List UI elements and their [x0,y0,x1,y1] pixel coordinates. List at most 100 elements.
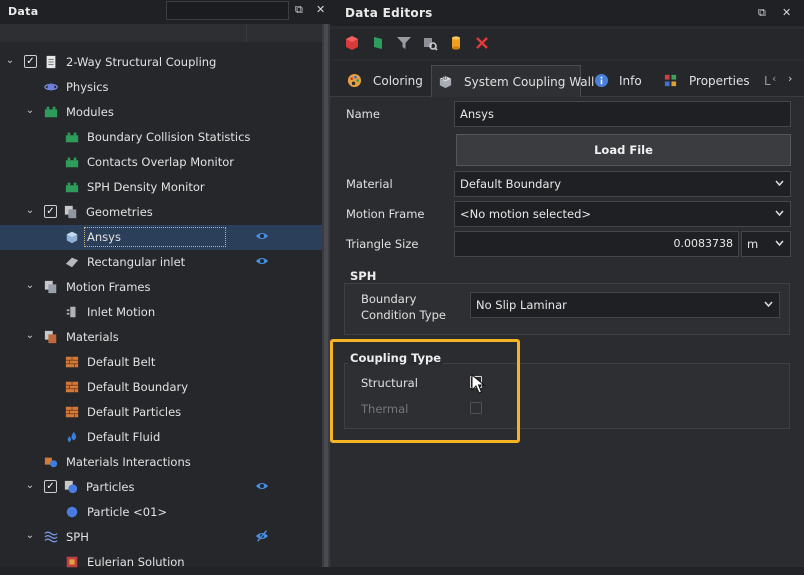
motion-icon [66,306,76,318]
data-search-input[interactable] [166,1,289,20]
tree-item-label: Materials [66,330,119,344]
chevron-down-icon[interactable]: ⌄ [24,280,36,292]
boundary-condition-select-value: No Slip Laminar [476,298,567,312]
plane-icon [65,257,79,268]
sph-group: Boundary Condition Type No Slip Laminar [344,283,790,335]
tree-item-label: Default Particles [87,405,182,419]
tree-item[interactable]: ⌄ Materials [0,325,322,350]
data-panel-title: Data [8,5,39,18]
tree-item-label: Contacts Overlap Monitor [87,155,234,169]
tree-item-checkbox[interactable]: ✓ [24,55,37,68]
editor-toolbar [330,29,804,59]
name-input[interactable]: Ansys [454,101,791,127]
tree-item[interactable]: ⌄ ✓ 2-Way Structural Coupling [0,50,322,75]
tree-column-header [0,24,322,42]
tab-info[interactable]: Info [588,65,650,97]
material-select-value: Default Boundary [460,177,562,191]
delete-icon[interactable] [474,35,490,51]
tab-properties[interactable]: Properties [656,65,756,97]
tab-coloring[interactable]: Coloring [338,65,430,97]
tab-system-coupling-wall[interactable]: 3D System Coupling Wall [431,65,594,97]
filter-icon[interactable] [396,35,412,51]
tree-item[interactable]: SPH Density Monitor [0,175,322,200]
close-panel-icon[interactable]: ✕ [782,6,791,19]
tree-item[interactable]: Default Particles [0,400,322,425]
tree-item[interactable]: ⌄ ✓ Particles [0,475,322,500]
svg-text:3D: 3D [441,76,448,82]
tree-item-checkbox[interactable]: ✓ [44,205,57,218]
data-editors-header: Data Editors ⧉ ✕ [330,0,804,26]
tree-item[interactable]: Default Boundary [0,375,322,400]
tree-item[interactable]: Rectangular inlet [0,250,322,275]
mouse-cursor-icon [471,374,485,394]
tree-item[interactable]: Particle <01> [0,500,322,525]
tree-item[interactable]: Ansys [0,225,322,250]
geometry-3d-icon: 3D [439,76,452,89]
tree-item-label: Default Boundary [87,380,189,394]
chevron-down-icon[interactable]: ⌄ [24,205,36,217]
chevron-down-icon[interactable]: ⌄ [24,105,36,117]
tree-item[interactable]: Boundary Collision Statistics [0,125,322,150]
tab-overflow[interactable]: L [762,65,772,97]
tree-item-label: 2-Way Structural Coupling [66,55,217,69]
chevron-down-icon[interactable]: ⌄ [24,480,36,492]
eye-icon[interactable] [255,254,269,268]
brick-icon [65,356,79,368]
waves-icon [44,531,58,543]
brick-icon [65,381,79,393]
tree-item[interactable]: Default Fluid [0,425,322,450]
tree-item-label: Physics [66,80,109,94]
droplets-icon [67,431,77,443]
cylinder-icon[interactable] [448,35,464,51]
properties-icon [664,74,677,87]
tree-item-label: Motion Frames [66,280,151,294]
tree-item[interactable]: ⌄ SPH [0,525,322,550]
tree-item-label: Particles [86,480,135,494]
tree-item[interactable]: Eulerian Solution [0,550,322,575]
tab-coloring-label: Coloring [373,74,423,88]
interactions-icon [44,457,58,468]
float-panel-icon[interactable]: ⧉ [758,6,766,20]
eye-icon[interactable] [255,479,269,493]
tree-item-checkbox[interactable]: ✓ [44,480,57,493]
motion-frame-select[interactable]: <No motion selected> [454,201,791,227]
tab-overflow-label: L [764,74,771,88]
planet-icon [44,83,58,91]
chevron-down-icon[interactable]: ⌄ [4,55,16,67]
tree-item[interactable]: Default Belt [0,350,322,375]
eye-icon[interactable] [255,229,269,243]
data-panel: Data ⧉ ✕ ⌄ ✓ 2-Way Structural Coupling Phys… [0,0,330,569]
boundary-condition-label-line1: Boundary [361,292,417,306]
motion-frame-label: Motion Frame [346,207,425,221]
chevron-down-icon [775,180,784,187]
chevron-down-icon [764,301,773,308]
chevron-down-icon[interactable]: ⌄ [24,530,36,542]
material-select[interactable]: Default Boundary [454,171,791,197]
panel-splitter[interactable] [322,24,330,567]
tree-item[interactable]: Physics [0,75,322,100]
chevron-down-icon[interactable]: ⌄ [24,330,36,342]
tree-item[interactable]: Inlet Motion [0,300,322,325]
motion-frame-select-value: <No motion selected> [460,207,592,221]
tree-item-label: Modules [66,105,114,119]
close-panel-icon[interactable]: ✕ [316,3,325,16]
green-plane-icon[interactable] [370,35,386,51]
load-file-button[interactable]: Load File [456,134,791,166]
tree-item[interactable]: ⌄ Modules [0,100,322,125]
float-panel-icon[interactable]: ⧉ [295,3,303,17]
tree-item[interactable]: ⌄ ✓ Geometries [0,200,322,225]
tree-item[interactable]: ⌄ Motion Frames [0,275,322,300]
eye-hidden-icon[interactable] [255,529,269,543]
tab-scroll-left-icon[interactable]: ‹ [772,72,776,85]
triangle-size-unit-select[interactable]: m [741,231,791,257]
material-label: Material [346,177,393,191]
tree-item[interactable]: Materials Interactions [0,450,322,475]
triangle-size-input[interactable]: 0.0083738 [454,231,739,257]
red-cube-icon[interactable] [344,35,360,51]
search-object-icon[interactable] [422,35,438,51]
tree-item[interactable]: Contacts Overlap Monitor [0,150,322,175]
data-panel-header: Data ⧉ ✕ [0,0,330,24]
tree-item-label: Boundary Collision Statistics [87,130,251,144]
tab-scroll-right-icon[interactable]: › [788,72,792,85]
boundary-condition-select[interactable]: No Slip Laminar [470,292,780,318]
